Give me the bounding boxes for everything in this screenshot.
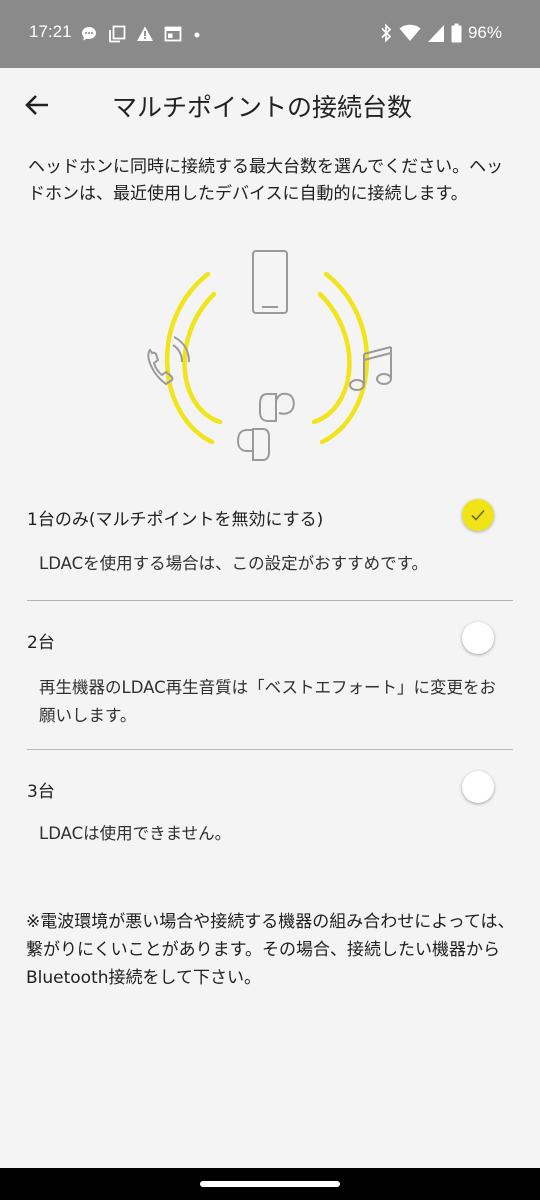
connection-arcs <box>165 271 369 445</box>
option-description: LDACは使用できません。 <box>39 824 232 843</box>
earbuds-icon <box>236 392 295 461</box>
page-description: ヘッドホンに同時に接続する最大台数を選んでください。ヘッドホンは、最近使用したデ… <box>28 157 504 204</box>
option-two-devices[interactable]: 2台 再生機器のLDAC再生音質は「ベストエフォート」に変更をお願いします。 <box>0 618 540 748</box>
app-bar: マルチポイントの接続台数 <box>0 68 540 146</box>
dot-icon <box>194 32 200 38</box>
arrow-back-icon <box>25 95 48 115</box>
bluetooth-icon <box>381 23 392 43</box>
signal-icon <box>427 25 444 42</box>
back-button[interactable] <box>22 90 52 120</box>
multipoint-illustration <box>130 246 410 466</box>
radio-button-selected[interactable] <box>462 499 494 531</box>
wifi-icon <box>399 24 421 41</box>
option-one-device[interactable]: 1台のみ(マルチポイントを無効にする) LDACを使用する場合は、この設定がおす… <box>0 495 540 600</box>
chat-icon <box>82 27 96 41</box>
checkmark-icon <box>471 509 485 521</box>
divider <box>27 600 513 601</box>
smartphone-icon <box>252 250 288 314</box>
divider <box>27 749 513 750</box>
page-title: マルチポイントの接続台数 <box>112 93 413 122</box>
battery-percent: 96% <box>467 23 502 42</box>
option-three-devices[interactable]: 3台 LDACは使用できません。 <box>0 767 540 872</box>
navigation-bar <box>0 1168 540 1200</box>
status-time: 17:21 <box>29 22 72 41</box>
radio-button[interactable] <box>462 771 494 803</box>
music-note-icon <box>349 346 392 391</box>
home-gesture-handle[interactable] <box>200 1181 340 1187</box>
option-description: 再生機器のLDAC再生音質は「ベストエフォート」に変更をお願いします。 <box>39 678 496 725</box>
notification-icons <box>80 24 202 44</box>
status-bar: 17:21 96% <box>0 0 540 68</box>
option-label: 2台 <box>27 633 55 653</box>
system-icons: 96% <box>379 23 502 43</box>
option-description: LDACを使用する場合は、この設定がおすすめです。 <box>39 554 428 573</box>
radio-button[interactable] <box>462 622 494 654</box>
copy-icon <box>109 25 126 43</box>
warning-icon <box>137 26 153 41</box>
option-label: 1台のみ(マルチポイントを無効にする) <box>27 510 324 530</box>
battery-icon <box>451 23 462 43</box>
calendar-icon <box>164 26 182 42</box>
connection-note: ※電波環境が悪い場合や接続する機器の組み合わせによっては、繋がりにくいことがあり… <box>26 912 515 988</box>
option-label: 3台 <box>27 782 55 802</box>
